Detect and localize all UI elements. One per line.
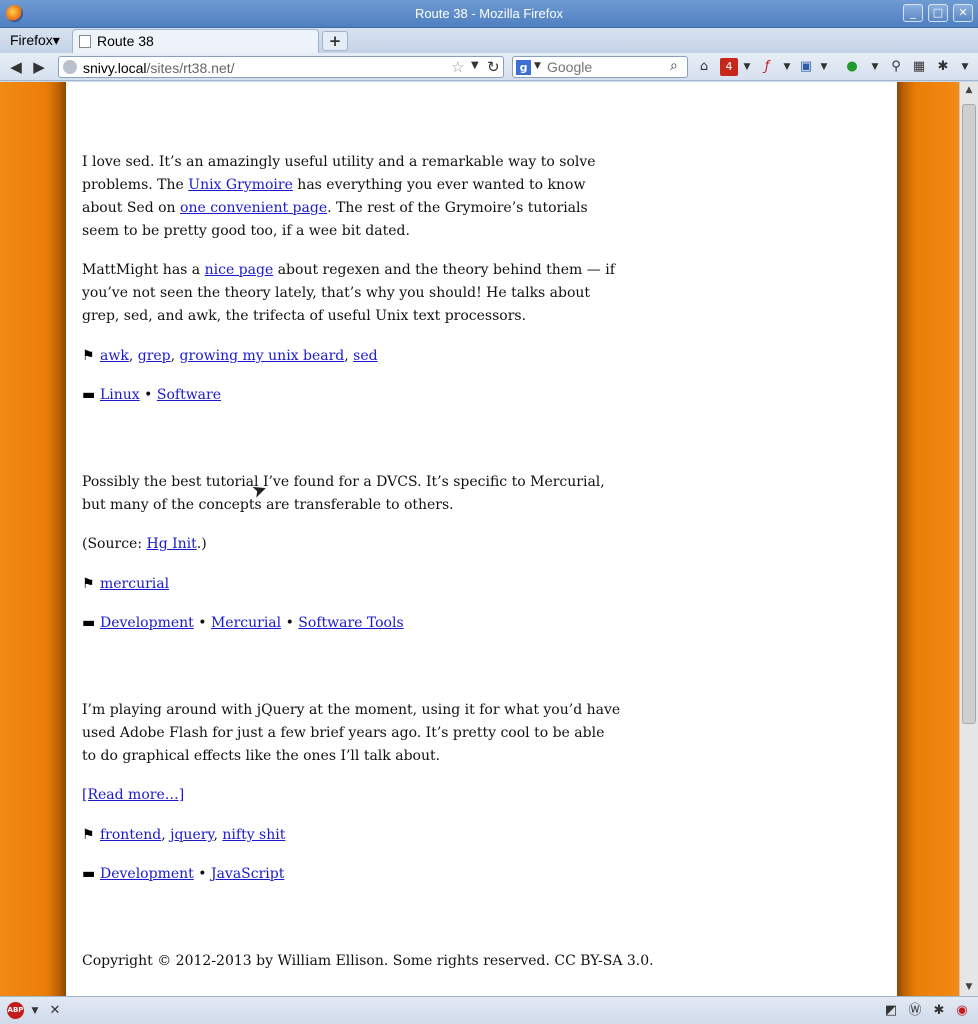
category-link[interactable]: Mercurial [211,615,281,631]
status-record-icon[interactable]: ◉ [953,1002,971,1020]
tag-link[interactable]: awk [100,348,129,364]
search-bar[interactable]: g ▼ ⌕ [512,56,688,78]
post-2-paragraph-1: Possibly the best tutorial I’ve found fo… [82,474,605,513]
tag-flag-icon: ⚑ [82,348,95,364]
tab-label: Route 38 [97,33,154,49]
search-input[interactable] [547,58,667,76]
status-bug-icon[interactable]: ✱ [930,1002,948,1020]
screengrab-dropdown-icon[interactable]: ▼ [815,58,833,76]
left-orange-border [0,82,66,996]
magnifier-icon[interactable]: ⌕ [670,58,678,74]
post-3-tags: ⚑ frontend, jquery, nifty shit [82,824,285,847]
post-3-paragraph-1: I’m playing around with jQuery at the mo… [82,702,621,764]
screengrab-icon[interactable]: ▣ [797,58,815,76]
hg-init-link[interactable]: Hg Init [146,536,196,552]
category-link[interactable]: Linux [100,387,140,403]
post-1-paragraph-2: MattMight has a nice page about regexen … [82,262,615,324]
scroll-up-arrow-icon[interactable]: ▲ [960,82,978,98]
browser-content: I love sed. It’s an amazingly useful uti… [0,82,978,996]
page-body: I love sed. It’s an amazingly useful uti… [66,82,897,996]
addon-box-icon[interactable]: ▦ [910,58,928,76]
category-folder-icon: ▬ [82,615,96,631]
adblock-plus-icon[interactable]: ABP [7,1002,24,1019]
search-engine-dropdown-icon[interactable]: ▼ [534,61,541,71]
post-2-categories: ▬ Development • Mercurial • Software Tool… [82,612,404,635]
reload-icon[interactable]: ↻ [487,58,500,76]
unix-grymoire-link[interactable]: Unix Grymoire [188,177,293,193]
vertical-scrollbar[interactable]: ▲ ▼ [959,82,978,996]
page-favicon-icon [79,35,91,48]
firebug-fx-icon[interactable]: ƒ [758,58,776,76]
category-link[interactable]: JavaScript [211,866,284,882]
url-history-dropdown-icon[interactable]: ▼ [471,60,479,71]
post-2-paragraph-2: (Source: Hg Init.) [82,536,207,552]
minimize-button[interactable]: _ [903,4,923,22]
close-window-button[interactable]: ✕ [953,4,973,22]
notification-badge-icon[interactable]: 4 [720,58,738,76]
status-bar: ABP ▼ ✕ ◩ Ⓦ ✱ ◉ [0,996,978,1024]
category-link[interactable]: Software [157,387,221,403]
navigation-toolbar: ◀ ▶ snivy.local/sites/rt38.net/ ☆ ▼ ↻ g … [0,53,978,81]
status-green-icon[interactable]: ● [843,58,861,76]
search-engine-icon[interactable]: g [516,60,531,75]
tag-flag-icon: ⚑ [82,827,95,843]
close-addon-bar-icon[interactable]: ✕ [46,1002,64,1020]
window-title: Route 38 - Mozilla Firefox [414,6,564,21]
window-titlebar: Route 38 - Mozilla Firefox _ □ ✕ [0,0,978,28]
adblock-dropdown-icon[interactable]: ▼ [26,1002,44,1020]
forward-arrow-icon[interactable]: ▶ [29,57,49,77]
bookmark-star-icon[interactable]: ☆ [451,58,464,76]
status-dropdown-icon[interactable]: ▼ [866,58,884,76]
category-folder-icon: ▬ [82,866,96,882]
status-tool-icon[interactable]: ◩ [882,1002,900,1020]
site-identity-icon[interactable] [63,60,77,74]
category-folder-icon: ▬ [82,387,96,403]
bug-icon[interactable]: ✱ [934,58,952,76]
tag-link[interactable]: nifty shit [222,827,285,843]
post-1-tags: ⚑ awk, grep, growing my unix beard, sed [82,345,378,368]
post-3-read-more: [Read more…] [82,784,184,807]
tag-link[interactable]: sed [353,348,377,364]
tag-link[interactable]: grep [138,348,171,364]
tag-link[interactable]: jquery [170,827,213,843]
scroll-down-arrow-icon[interactable]: ▼ [960,979,978,995]
notification-dropdown-icon[interactable]: ▼ [738,58,756,76]
one-convenient-page-link[interactable]: one convenient page [180,200,327,216]
url-bar[interactable]: snivy.local/sites/rt38.net/ ☆ ▼ ↻ [58,56,504,78]
fx-dropdown-icon[interactable]: ▼ [778,58,796,76]
tag-link[interactable]: frontend [100,827,161,843]
category-link[interactable]: Development [100,615,194,631]
scrollbar-thumb[interactable] [962,104,976,724]
link-chain-icon[interactable]: ⚲ [887,58,905,76]
tab-bar: Firefox▾ Route 38 + [0,28,978,53]
tab-route-38[interactable]: Route 38 [72,29,319,53]
category-link[interactable]: Development [100,866,194,882]
new-tab-button[interactable]: + [322,31,348,51]
maximize-button[interactable]: □ [928,4,948,22]
menu-dropdown-icon[interactable]: ▼ [956,58,974,76]
post-3-categories: ▬ Development • JavaScript [82,863,284,886]
back-arrow-icon[interactable]: ◀ [6,57,26,77]
tag-link[interactable]: growing my unix beard [180,348,345,364]
post-1-categories: ▬ Linux • Software [82,384,221,407]
category-link[interactable]: Software Tools [298,615,403,631]
nice-page-link[interactable]: nice page [205,262,274,278]
tag-link[interactable]: mercurial [100,576,169,592]
home-icon[interactable]: ⌂ [695,58,713,76]
post-2-tags: ⚑ mercurial [82,573,169,596]
url-text[interactable]: snivy.local/sites/rt38.net/ [83,60,234,76]
post-1-paragraph-1: I love sed. It’s an amazingly useful uti… [82,154,596,239]
footer-copyright: Copyright © 2012-2013 by William Ellison… [82,953,654,969]
tag-flag-icon: ⚑ [82,576,95,592]
wordpress-icon[interactable]: Ⓦ [906,1002,924,1020]
firefox-menu-button[interactable]: Firefox▾ [4,30,66,51]
read-more-link[interactable]: [Read more…] [82,787,184,803]
right-orange-border [897,82,959,996]
